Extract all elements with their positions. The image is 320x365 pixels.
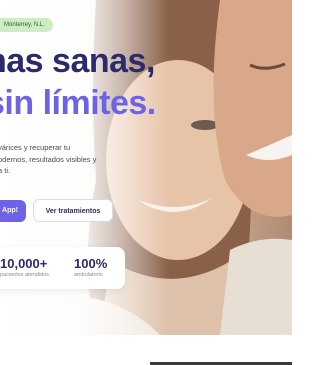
description-line-3: a ti. — [0, 166, 11, 175]
stat-outpatient: 100% ambulatorio — [74, 257, 107, 280]
hero-headline: nas sanas, sin límites. — [0, 40, 156, 124]
hero-description: várices y recuperar tu odernos, resultad… — [0, 142, 128, 177]
stats-card: 10,000+ pacientes atendidos 100% ambulat… — [0, 247, 125, 289]
primary-cta-button[interactable]: App! — [0, 200, 26, 222]
stat-label: pacientes atendidos — [0, 272, 49, 278]
next-section — [0, 335, 292, 365]
stat-value: 100% — [74, 256, 108, 271]
location-badge: Monterrey, N.L. — [0, 18, 53, 32]
view-treatments-button[interactable]: Ver tratamientos — [33, 199, 113, 222]
description-line-2: odernos, resultados visibles y — [0, 154, 97, 164]
hero-section: Monterrey, N.L. nas sanas, sin límites. … — [0, 0, 292, 335]
headline-line-2: sin límites. — [0, 84, 156, 122]
headline-line-1: nas sanas, — [0, 42, 155, 80]
stat-label: ambulatorio — [74, 272, 103, 278]
description-line-1: várices y recuperar tu — [0, 143, 71, 152]
stat-value: 10,000+ — [0, 256, 48, 271]
stat-patients: 10,000+ pacientes atendidos — [0, 257, 49, 280]
